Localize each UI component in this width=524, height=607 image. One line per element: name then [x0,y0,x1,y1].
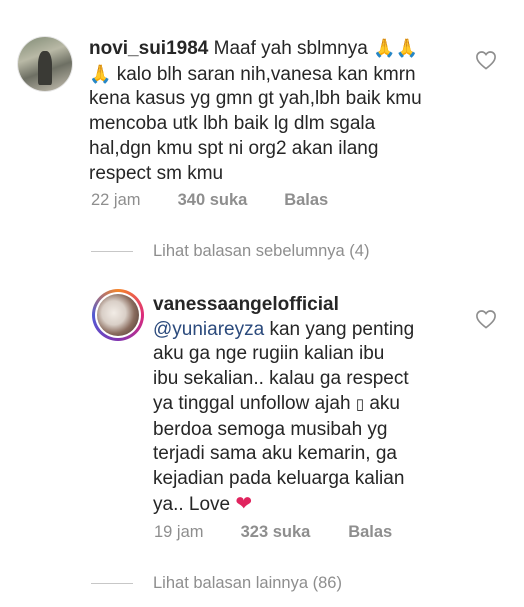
reply-line: terjadi sama aku kemarin, ga [153,443,397,465]
comment-meta: 22 jam 340 suka Balas [91,191,328,210]
reply-line: aku ga nge rugiin kalian ibu [153,343,385,365]
reply-username[interactable]: vanessaangelofficial [153,293,463,318]
heart-outline-icon[interactable] [475,50,497,70]
comment-likes[interactable]: 340 suka [178,191,280,210]
reply-button[interactable]: Balas [348,523,392,542]
comment-line: respect sm kmu [89,162,224,184]
divider-line [91,583,133,585]
missing-glyph: ▯ [355,395,365,413]
comment-line: hal,dgn kmu spt ni org2 akan ilang [89,137,379,159]
comment-line-text: Maaf yah sblmnya [213,38,368,59]
reply-meta: 19 jam 323 suka Balas [154,523,392,542]
mention-link[interactable]: @yuniareyza [153,319,264,340]
comment-time: 22 jam [91,191,141,209]
view-previous-replies[interactable]: Lihat balasan sebelumnya (4) [91,242,369,261]
view-previous-label[interactable]: Lihat balasan sebelumnya (4) [153,242,369,260]
reply-line: ya tinggal unfollow ajah ▯ aku [153,392,463,418]
view-more-label[interactable]: Lihat balasan lainnya (86) [153,574,342,592]
reply-line: @yuniareyza kan yang penting [153,318,463,343]
avatar-novi[interactable] [18,37,72,91]
avatar-ring-inner [95,292,141,338]
pray-emoji: 🙏 [89,63,112,84]
divider-line [91,251,133,253]
reply-line-text: ya tinggal unfollow ajah [153,392,351,414]
comment-line: 🙏 kalo blh saran nih,vanesa kan kmrn [89,62,469,88]
heart-outline-icon[interactable] [475,309,497,329]
reply-line: kejadian pada keluarga kalian [153,467,405,489]
comment-line: novi_sui1984 Maaf yah sblmnya 🙏🙏 [89,36,469,62]
reply-line: berdoa semoga musibah yg [153,418,388,440]
reply-line-text: kan yang penting [269,318,415,340]
reply-line-text: aku [369,392,400,414]
reply-line-text: ya.. Love [153,493,231,515]
reply-line: ya.. Love ❤ [153,492,463,518]
reply-line: ibu sekalian.. kalau ga respect [153,368,409,390]
reply-text: vanessaangelofficial @yuniareyza kan yan… [153,293,463,517]
comment-username[interactable]: novi_sui1984 [89,38,208,59]
comment-line-text: kalo blh saran nih,vanesa kan kmrn [116,63,416,85]
heart-emoji: ❤ [235,492,253,515]
comment-line: mencoba utk lbh baik lg dlm sgala [89,113,376,135]
comment-line: kena kasus yg gmn gt yah,lbh baik kmu [89,88,422,110]
avatar-photo [97,294,139,336]
reply-button[interactable]: Balas [284,191,328,210]
reply-likes[interactable]: 323 suka [241,523,344,542]
avatar-vanessa[interactable] [92,289,144,341]
reply-time: 19 jam [154,523,204,541]
comment-text: novi_sui1984 Maaf yah sblmnya 🙏🙏 🙏 kalo … [89,36,469,186]
avatar-figure [38,51,52,85]
pray-emoji: 🙏🙏 [373,38,418,58]
view-more-replies[interactable]: Lihat balasan lainnya (86) [91,574,342,593]
